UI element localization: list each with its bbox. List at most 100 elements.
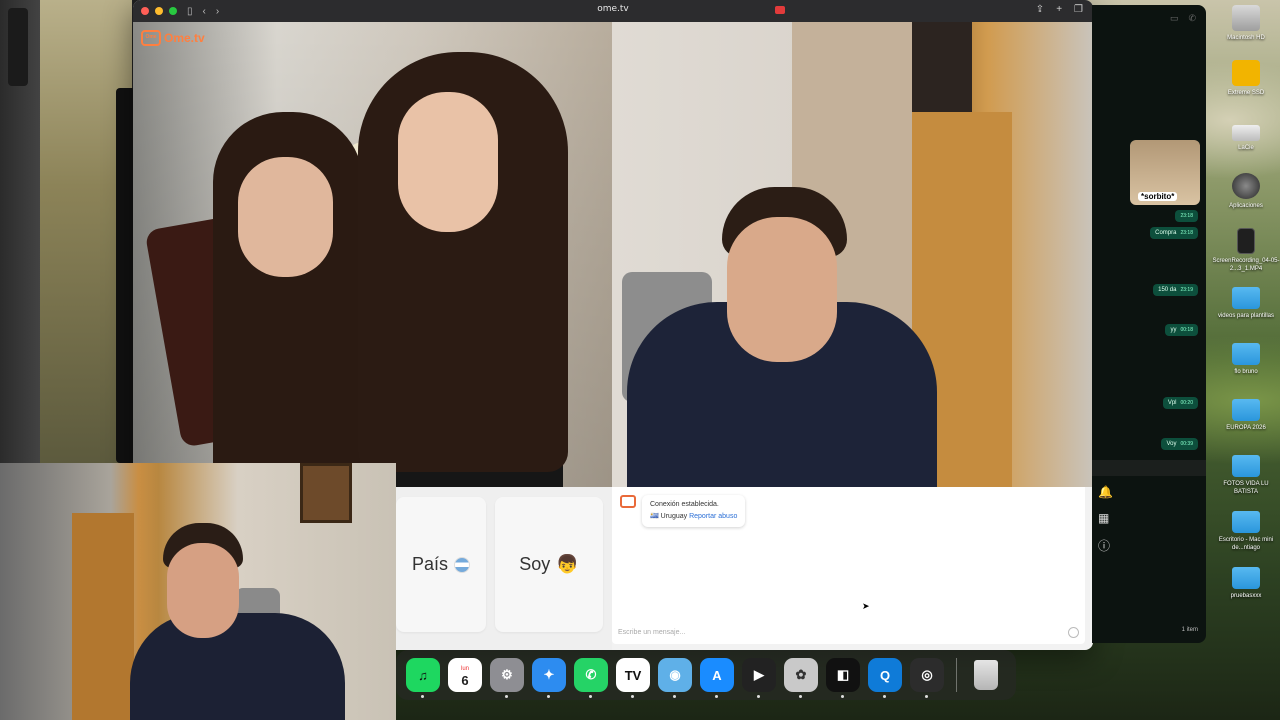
report-abuse-link[interactable]: Reportar abuso: [689, 513, 737, 520]
desktop-icon-applications[interactable]: Aplicaciones: [1212, 173, 1280, 210]
desktop-icon-label: FOTOS VIDA LU BATISTA: [1223, 481, 1269, 495]
screen-recorder-icon[interactable]: ◎: [910, 658, 944, 698]
final-cut-icon[interactable]: ▶: [742, 658, 776, 698]
trash-icon[interactable]: [969, 658, 1003, 692]
desktop-icon-screen-recording[interactable]: ScreenRecording_04-05-2...3_1.MP4: [1212, 228, 1280, 273]
folder-icon: [1232, 567, 1260, 589]
emoji-icon[interactable]: [1068, 627, 1079, 638]
calendar-icon[interactable]: lun 6: [448, 658, 482, 692]
desktop-icon-label: flo bruno: [1234, 369, 1258, 375]
chat-message: yy 00:18: [1165, 324, 1198, 336]
share-icon[interactable]: ⇪: [1036, 4, 1044, 15]
webcam-overlay: [0, 463, 396, 720]
tabs-overview-icon[interactable]: ❐: [1074, 4, 1083, 15]
preview-icon[interactable]: ◉: [658, 658, 692, 698]
recording-indicator-icon: [775, 6, 785, 14]
gender-filter-button[interactable]: Soy 👦: [495, 497, 603, 632]
person-left-face: [238, 157, 333, 277]
notification-bell-icon[interactable]: 🔔: [1098, 485, 1113, 499]
quicktime-icon[interactable]: Q: [868, 658, 902, 698]
system-message: Conexión establecida. 🇺🇾 Uruguay Reporta…: [642, 495, 746, 527]
desktop-icon-folder[interactable]: pruebasxxx: [1212, 567, 1280, 600]
argentina-flag-icon: [454, 556, 471, 573]
video-file-icon: [1237, 228, 1255, 254]
tradingview-icon[interactable]: TV: [616, 658, 650, 698]
spotify-icon[interactable]: ♫: [406, 658, 440, 698]
person-right-face: [398, 92, 498, 232]
country-filter-button[interactable]: País: [396, 497, 486, 632]
help-icon[interactable]: ⓘ: [1098, 537, 1113, 554]
phone-call-icon[interactable]: ✆: [1188, 13, 1196, 30]
desktop-icon-folder[interactable]: EUROPA 2026: [1212, 399, 1280, 432]
window-controls: [141, 7, 177, 15]
boy-emoji-icon: 👦: [556, 554, 579, 574]
new-tab-icon[interactable]: +: [1056, 4, 1062, 15]
folder-icon: [1232, 287, 1260, 309]
toolbar-right: ⇪ + ❐: [1036, 4, 1083, 15]
desktop-icon-macintosh-hd[interactable]: Macintosh HD: [1212, 5, 1280, 42]
whatsapp-side-icons: 🔔 ▦ ⓘ: [1098, 485, 1113, 554]
webcam-person-body: [130, 613, 345, 720]
stranger-video: Ome Ome.tv: [133, 22, 612, 487]
message-time: 00:39: [1180, 441, 1193, 447]
desktop-icon-label: EUROPA 2026: [1226, 425, 1266, 431]
close-window-button[interactable]: [141, 7, 149, 15]
background-window[interactable]: [0, 0, 140, 465]
minimize-window-button[interactable]: [155, 7, 163, 15]
message-text: 150 da: [1158, 287, 1177, 293]
webcam-person-face: [167, 543, 239, 638]
chat-message: 150 da 23:19: [1153, 284, 1198, 296]
desktop-icon-lacie[interactable]: LaCie: [1212, 125, 1280, 152]
whatsapp-window[interactable]: ▭ ✆ *sorbito* 23:18 Compra 23:18 150 da …: [1092, 5, 1206, 643]
settings-icon[interactable]: ⚙: [490, 658, 524, 698]
external-drive-icon: [1232, 125, 1260, 141]
chat-message-input[interactable]: Escribe un mensaje...: [618, 629, 685, 636]
ometv-chat-icon: [620, 495, 636, 508]
dock: ♫ lun 6 ⚙ ✦ ✆ TV ◉ A ▶ ✿ ◧ Q ◎: [396, 650, 1016, 700]
message-time: 00:20: [1180, 400, 1193, 406]
ssd-icon: [1232, 60, 1260, 86]
items-count: 1 item: [1181, 627, 1198, 633]
desktop-icon-label: Macintosh HD: [1227, 35, 1265, 41]
webcam-cabinet: [72, 513, 134, 720]
app-store-icon[interactable]: A: [700, 658, 734, 698]
message-text: Vpl: [1167, 400, 1177, 406]
desktop-icon-folder[interactable]: flo bruno: [1212, 343, 1280, 376]
back-icon[interactable]: ‹: [203, 6, 206, 17]
address-bar[interactable]: ome.tv: [573, 4, 653, 14]
chat-message: Compra 23:18: [1150, 227, 1198, 239]
capcut-icon[interactable]: ◧: [826, 658, 860, 698]
gender-filter-label: Soy: [519, 554, 551, 574]
desktop-icon-folder[interactable]: Escritorio - Mac mini de...ntiago: [1212, 511, 1280, 552]
country-filter-label: País: [411, 554, 449, 574]
whatsapp-icon[interactable]: ✆: [574, 658, 608, 698]
folder-icon: [1232, 399, 1260, 421]
sidebar-toggle-icon[interactable]: ▯: [187, 6, 193, 17]
sticker-caption: *sorbito*: [1138, 192, 1178, 201]
background-window-sidebar: [8, 8, 28, 86]
safari-icon[interactable]: ✦: [532, 658, 566, 698]
desktop-icon-label: pruebasxxx: [1230, 593, 1262, 599]
calendar-day: 6: [461, 673, 469, 688]
forward-icon[interactable]: ›: [216, 6, 219, 17]
hard-drive-icon: [1232, 5, 1260, 31]
desktop-icon-folder[interactable]: FOTOS VIDA LU BATISTA: [1212, 455, 1280, 496]
desktop-icon-extreme-ssd[interactable]: Extreme SSD: [1212, 60, 1280, 97]
webcam-wall-frame: [300, 463, 352, 523]
whatsapp-header: ▭ ✆: [1092, 5, 1206, 30]
zoom-window-button[interactable]: [169, 7, 177, 15]
video-call-icon[interactable]: ▭: [1170, 13, 1179, 30]
compressor-icon[interactable]: ✿: [784, 658, 818, 698]
message-text: Compra: [1155, 230, 1177, 236]
folder-icon: [1232, 455, 1260, 477]
whatsapp-message-input[interactable]: [1092, 460, 1206, 476]
dock-divider: [956, 658, 957, 692]
desktop-icon-folder[interactable]: videos para plantillas: [1212, 287, 1280, 320]
message-time: 23:19: [1180, 287, 1193, 293]
mouse-cursor-icon: ➤: [862, 601, 870, 611]
partner-country: Uruguay: [660, 513, 688, 520]
desktop-icon-label: videos para plantillas: [1217, 313, 1275, 319]
uruguay-flag-icon: 🇺🇾: [650, 513, 659, 520]
grid-icon[interactable]: ▦: [1098, 511, 1113, 525]
desktop-icon-label: Aplicaciones: [1229, 203, 1263, 209]
